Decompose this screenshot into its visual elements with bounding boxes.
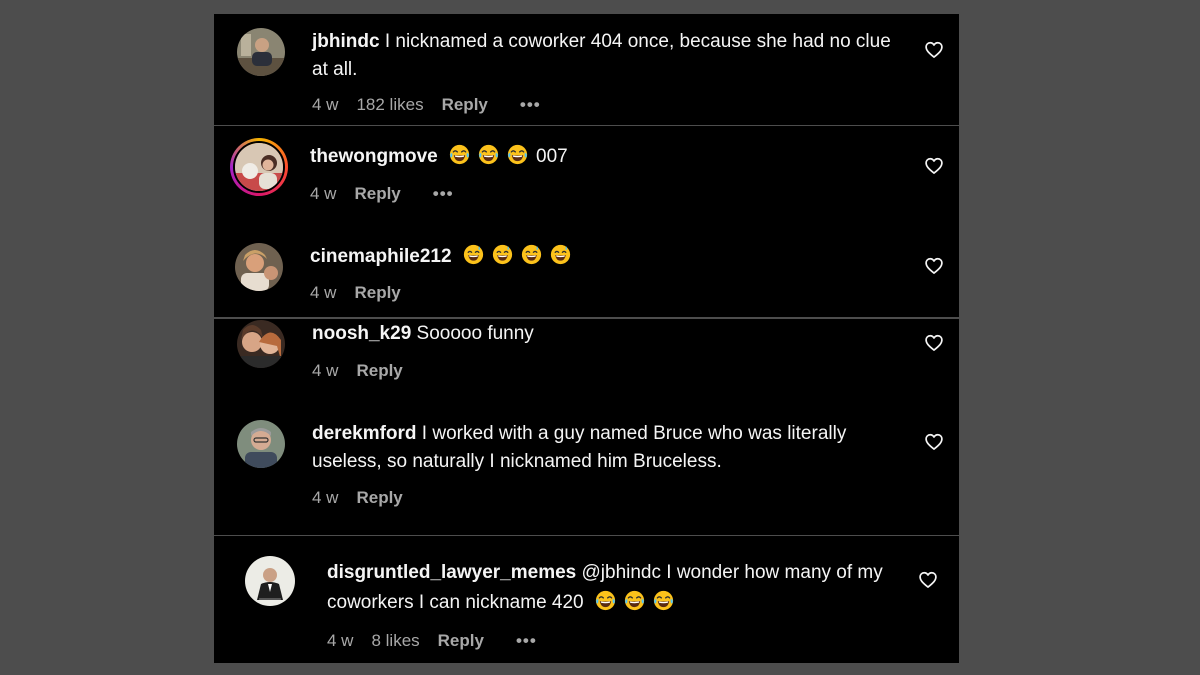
avatar[interactable] (237, 420, 285, 468)
comment-body: noosh_k29 Sooooo funny (312, 320, 902, 348)
avatar (233, 141, 285, 193)
grinning-sweat-emoji (463, 244, 484, 265)
heart-outline-icon[interactable] (924, 40, 944, 60)
reply-button[interactable]: Reply (356, 488, 402, 508)
tears-of-joy-emoji (595, 590, 616, 611)
comment-body: jbhindc I nicknamed a coworker 404 once,… (312, 28, 902, 84)
comment-body: thewongmove 007 (310, 143, 900, 171)
avatar[interactable] (237, 320, 285, 368)
avatar[interactable] (245, 556, 295, 606)
timestamp[interactable]: 4 w (312, 488, 338, 508)
heart-outline-icon[interactable] (924, 432, 944, 452)
heart-outline-icon[interactable] (924, 156, 944, 176)
timestamp[interactable]: 4 w (310, 184, 336, 204)
reply-button[interactable]: Reply (354, 283, 400, 303)
comment-meta: 4 w Reply (310, 283, 419, 303)
username[interactable]: jbhindc (312, 31, 380, 52)
more-options-icon[interactable]: ••• (516, 631, 537, 651)
grinning-sweat-emoji (550, 244, 571, 265)
username[interactable]: thewongmove (310, 146, 438, 167)
comment-card-4: disgruntled_lawyer_memes @jbhindc I wond… (214, 536, 959, 663)
comment-text: 007 (536, 146, 568, 167)
comment-text: Sooooo funny (411, 323, 534, 344)
comment-body: cinemaphile212 (310, 243, 900, 271)
avatar[interactable] (235, 243, 283, 291)
tears-of-joy-emoji (653, 590, 674, 611)
more-options-icon[interactable]: ••• (433, 184, 454, 204)
username[interactable]: cinemaphile212 (310, 246, 452, 267)
comment-text: I nicknamed a coworker 404 once, because… (312, 31, 891, 80)
username[interactable]: noosh_k29 (312, 323, 411, 344)
heart-outline-icon[interactable] (918, 570, 938, 590)
comment-meta: 4 w 8 likes Reply ••• (327, 631, 555, 651)
comment-card-3: noosh_k29 Sooooo funny 4 w Reply derekmf… (214, 319, 959, 535)
timestamp[interactable]: 4 w (312, 361, 338, 381)
avatar[interactable] (237, 28, 285, 76)
likes-count[interactable]: 182 likes (356, 95, 423, 115)
comment-meta: 4 w 182 likes Reply ••• (312, 95, 559, 115)
timestamp[interactable]: 4 w (312, 95, 338, 115)
grinning-sweat-emoji (521, 244, 542, 265)
heart-outline-icon[interactable] (924, 256, 944, 276)
tears-of-joy-emoji (449, 144, 470, 165)
grinning-sweat-emoji (492, 244, 513, 265)
comment-meta: 4 w Reply (312, 488, 421, 508)
comment-meta: 4 w Reply ••• (310, 184, 472, 204)
heart-outline-icon[interactable] (924, 333, 944, 353)
timestamp[interactable]: 4 w (327, 631, 353, 651)
reply-button[interactable]: Reply (438, 631, 484, 651)
comment-body: derekmford I worked with a guy named Bru… (312, 420, 907, 476)
reply-button[interactable]: Reply (442, 95, 488, 115)
tears-of-joy-emoji (624, 590, 645, 611)
reply-button[interactable]: Reply (356, 361, 402, 381)
comment-body: disgruntled_lawyer_memes @jbhindc I wond… (327, 558, 897, 618)
likes-count[interactable]: 8 likes (371, 631, 419, 651)
username[interactable]: disgruntled_lawyer_memes (327, 562, 576, 583)
tears-of-joy-emoji (507, 144, 528, 165)
comment-meta: 4 w Reply (312, 361, 421, 381)
tears-of-joy-emoji (478, 144, 499, 165)
reply-button[interactable]: Reply (354, 184, 400, 204)
comment-card-2: thewongmove 007 4 w Reply ••• cinemaphil… (214, 126, 959, 317)
avatar-story-ring[interactable] (230, 138, 288, 196)
username[interactable]: derekmford (312, 423, 417, 444)
comment-card-1: jbhindc I nicknamed a coworker 404 once,… (214, 14, 959, 125)
timestamp[interactable]: 4 w (310, 283, 336, 303)
more-options-icon[interactable]: ••• (520, 95, 541, 115)
